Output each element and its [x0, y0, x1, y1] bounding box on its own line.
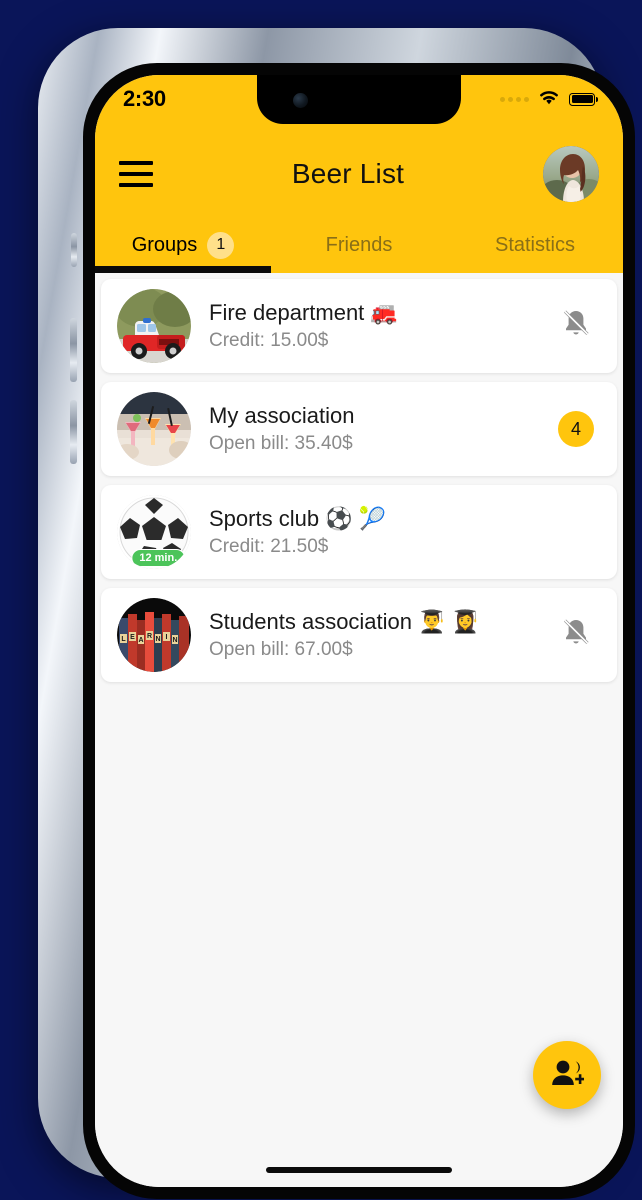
screenshot-stage: 2:30 Beer List Groups 1 Friends Statisti…	[0, 0, 642, 1200]
tab-bar: Groups 1 Friends Statistics	[95, 217, 623, 273]
svg-text:I: I	[166, 634, 168, 641]
device-notch	[257, 75, 461, 124]
home-indicator[interactable]	[266, 1167, 452, 1173]
list-item-trailing	[553, 308, 599, 345]
add-group-fab[interactable]	[533, 1041, 601, 1109]
volume-up-button[interactable]	[70, 318, 77, 382]
app-title-bar: Beer List	[95, 131, 623, 217]
battery-full-icon	[569, 92, 598, 106]
svg-text:L: L	[121, 636, 126, 643]
group-title: Sports club ⚽ 🎾	[209, 505, 387, 531]
page-title: Beer List	[291, 158, 405, 189]
list-item-text: My association Open bill: 35.40$	[209, 402, 553, 456]
list-item[interactable]: My association Open bill: 35.40$ 4	[101, 382, 617, 476]
list-item-trailing: 4	[553, 411, 599, 447]
tab-groups[interactable]: Groups 1	[95, 217, 271, 273]
list-item-trailing	[553, 617, 599, 654]
phone-screen: 2:30 Beer List Groups 1 Friends Statisti…	[95, 75, 623, 1187]
tab-groups-label: Groups	[131, 233, 198, 256]
cocktails-cheers-photo	[117, 392, 191, 466]
tab-groups-badge: 1	[207, 231, 235, 259]
notifications-off-icon[interactable]	[561, 617, 591, 654]
svg-text:A: A	[138, 637, 143, 644]
status-indicators	[500, 88, 598, 110]
tab-statistics-label: Statistics	[494, 233, 576, 256]
phone-frame: 2:30 Beer List Groups 1 Friends Statisti…	[38, 28, 635, 1199]
status-clock: 2:30	[123, 86, 166, 111]
group-list: Fire department 🚒 Credit: 15.00$ My asso…	[95, 273, 623, 682]
group-subtitle: Credit: 15.00$	[209, 330, 329, 352]
group-subtitle: Credit: 21.50$	[209, 536, 329, 558]
wifi-icon	[537, 88, 561, 110]
svg-text:R: R	[147, 633, 152, 640]
list-item[interactable]: Fire department 🚒 Credit: 15.00$	[101, 279, 617, 373]
silent-switch-button[interactable]	[71, 233, 77, 267]
group-subtitle: Open bill: 67.00$	[209, 639, 353, 661]
add-person-icon	[550, 1058, 585, 1093]
hamburger-menu-icon[interactable]	[119, 161, 153, 187]
front-camera-icon	[293, 93, 308, 108]
group-title: Fire department 🚒	[209, 299, 398, 325]
svg-text:N: N	[172, 637, 177, 644]
groups-screen: Fire department 🚒 Credit: 15.00$ My asso…	[95, 273, 623, 1187]
group-subtitle: Open bill: 35.40$	[209, 433, 353, 455]
avatar[interactable]	[543, 146, 599, 202]
svg-text:N: N	[155, 636, 160, 643]
svg-text:E: E	[130, 634, 135, 641]
status-badge[interactable]: 4	[558, 411, 594, 447]
tab-friends[interactable]: Friends	[271, 217, 447, 273]
time-badge: 12 min.	[131, 548, 186, 567]
notifications-off-icon[interactable]	[561, 308, 591, 345]
soccer-ball-photo: 12 min.	[117, 495, 191, 569]
tab-friends-label: Friends	[325, 233, 393, 256]
group-title: Students association 👨‍🎓 👩‍🎓	[209, 608, 480, 634]
tab-statistics[interactable]: Statistics	[447, 217, 623, 273]
list-item-text: Students association 👨‍🎓 👩‍🎓 Open bill: …	[209, 608, 553, 662]
group-title: My association	[209, 402, 355, 428]
volume-down-button[interactable]	[70, 400, 77, 464]
fire-truck-photo	[117, 289, 191, 363]
list-item[interactable]: 12 min. Sports club ⚽ 🎾 Credit: 21.50$	[101, 485, 617, 579]
list-item-text: Fire department 🚒 Credit: 15.00$	[209, 299, 553, 353]
list-item[interactable]: L E A R N I N	[101, 588, 617, 682]
active-tab-indicator	[95, 266, 271, 273]
list-item-text: Sports club ⚽ 🎾 Credit: 21.50$	[209, 505, 553, 559]
signal-dots-icon	[500, 96, 529, 102]
app-header: 2:30 Beer List Groups 1 Friends Statisti…	[95, 75, 623, 273]
books-shelf-photo: L E A R N I N	[117, 598, 191, 672]
